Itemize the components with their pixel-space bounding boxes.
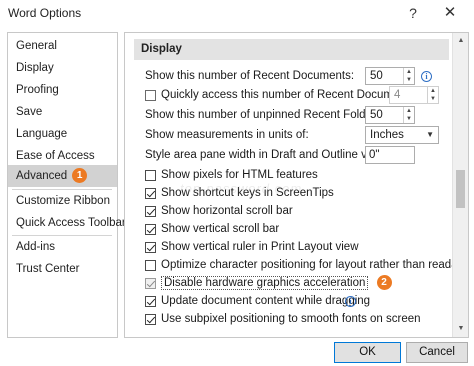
measurements-value: Inches (370, 129, 404, 141)
chevron-down-icon: ▼ (426, 130, 434, 139)
hardware-acceleration-row: Disable hardware graphics acceleration 2 (161, 274, 392, 292)
sidebar-item-language[interactable]: Language (8, 123, 117, 145)
close-icon[interactable]: ✕ (438, 3, 462, 23)
spinner-arrows[interactable]: ▲ ▼ (403, 107, 414, 123)
spinner-arrows[interactable]: ▲ ▼ (427, 87, 438, 103)
title-bar: Word Options ? ✕ (0, 0, 474, 26)
recent-docs-spinner[interactable]: 50 ▲ ▼ (365, 67, 415, 85)
sidebar-item-display[interactable]: Display (8, 57, 117, 79)
quick-access-value: 4 (394, 89, 401, 101)
sidebar-item-label: Quick Access Toolbar (16, 217, 126, 229)
pixels-label: Show pixels for HTML features (161, 169, 318, 181)
horizontal-scroll-label: Show horizontal scroll bar (161, 205, 293, 217)
unpinned-folders-label: Show this number of unpinned Recent Fold… (145, 109, 385, 121)
hardware-acceleration-checkbox[interactable] (145, 278, 156, 289)
sidebar-item-advanced[interactable]: Advanced 1 (8, 165, 117, 187)
options-scrollbar[interactable]: ▲ ▼ (452, 33, 468, 337)
help-icon[interactable]: ? (403, 3, 423, 23)
sidebar-item-quick-access-toolbar[interactable]: Quick Access Toolbar (8, 212, 126, 234)
subpixel-checkbox[interactable] (145, 314, 156, 325)
optimize-positioning-label: Optimize character positioning for layou… (161, 259, 469, 271)
cancel-button[interactable]: Cancel (406, 342, 468, 363)
vertical-scroll-label: Show vertical scroll bar (161, 223, 280, 235)
info-icon: i (421, 71, 432, 82)
sidebar-item-label: Display (16, 62, 54, 74)
spin-up-icon[interactable]: ▲ (404, 68, 414, 76)
options-sidebar: General Display Proofing Save Language E… (7, 32, 126, 338)
sidebar-item-customize-ribbon[interactable]: Customize Ribbon (8, 190, 117, 212)
hardware-acceleration-label: Disable hardware graphics acceleration (161, 276, 369, 290)
info-icon: i (345, 296, 356, 307)
shortcut-keys-checkbox[interactable] (145, 188, 156, 199)
quick-access-spinner[interactable]: 4 ▲ ▼ (389, 86, 439, 104)
sidebar-item-label: Trust Center (16, 263, 80, 275)
recent-docs-label: Show this number of Recent Documents: (145, 70, 355, 82)
optimize-positioning-checkbox[interactable] (145, 260, 156, 271)
vertical-scroll-checkbox[interactable] (145, 224, 156, 235)
section-header-display: Display (134, 39, 449, 60)
vertical-ruler-checkbox[interactable] (145, 242, 156, 253)
sidebar-item-trust-center[interactable]: Trust Center (8, 258, 117, 280)
quick-access-checkbox[interactable] (145, 90, 156, 101)
ok-button[interactable]: OK (334, 342, 401, 363)
spin-up-icon[interactable]: ▲ (404, 107, 414, 115)
sidebar-item-general[interactable]: General (8, 35, 117, 57)
horizontal-scroll-checkbox[interactable] (145, 206, 156, 217)
quick-access-label: Quickly access this number of Recent Doc… (161, 89, 418, 101)
update-dragging-label: Update document content while dragging (161, 295, 371, 307)
recent-docs-value: 50 (370, 70, 383, 82)
subpixel-label: Use subpixel positioning to smooth fonts… (161, 313, 421, 325)
scroll-down-icon[interactable]: ▼ (453, 321, 468, 337)
step-badge: 1 (72, 168, 88, 184)
sidebar-item-label: Customize Ribbon (16, 195, 110, 207)
sidebar-item-add-ins[interactable]: Add-ins (8, 236, 117, 258)
style-area-label: Style area pane width in Draft and Outli… (145, 149, 394, 161)
vertical-ruler-label: Show vertical ruler in Print Layout view (161, 241, 359, 253)
spin-down-icon[interactable]: ▼ (404, 76, 414, 84)
measurements-label: Show measurements in units of: (145, 129, 309, 141)
unpinned-folders-spinner[interactable]: 50 ▲ ▼ (365, 106, 415, 124)
sidebar-item-label: Proofing (16, 84, 59, 96)
scroll-up-icon[interactable]: ▲ (453, 33, 468, 49)
sidebar-item-label: Language (16, 128, 68, 140)
spin-up-icon[interactable]: ▲ (428, 87, 438, 95)
unpinned-folders-value: 50 (370, 109, 383, 121)
window-title: Word Options (8, 6, 82, 20)
sidebar-item-label: Save (16, 106, 43, 118)
spinner-arrows[interactable]: ▲ ▼ (403, 68, 414, 84)
sidebar-item-save[interactable]: Save (8, 101, 117, 123)
scroll-thumb[interactable] (456, 170, 465, 208)
spin-down-icon[interactable]: ▼ (428, 95, 438, 103)
spin-down-icon[interactable]: ▼ (404, 115, 414, 123)
update-dragging-checkbox[interactable] (145, 296, 156, 307)
sidebar-item-ease-of-access[interactable]: Ease of Access (8, 145, 117, 167)
advanced-options-panel: Display Show this number of Recent Docum… (124, 32, 469, 338)
step-badge: 2 (376, 275, 392, 291)
pixels-checkbox[interactable] (145, 170, 156, 181)
sidebar-item-label: Advanced (16, 170, 68, 182)
measurements-select[interactable]: Inches ▼ (365, 126, 439, 144)
sidebar-item-label: Add-ins (16, 241, 55, 253)
shortcut-keys-label: Show shortcut keys in ScreenTips (161, 187, 334, 199)
sidebar-item-proofing[interactable]: Proofing (8, 79, 117, 101)
style-area-input[interactable]: 0" (365, 146, 415, 164)
sidebar-item-label: Ease of Access (16, 150, 95, 162)
sidebar-item-label: General (16, 40, 57, 52)
